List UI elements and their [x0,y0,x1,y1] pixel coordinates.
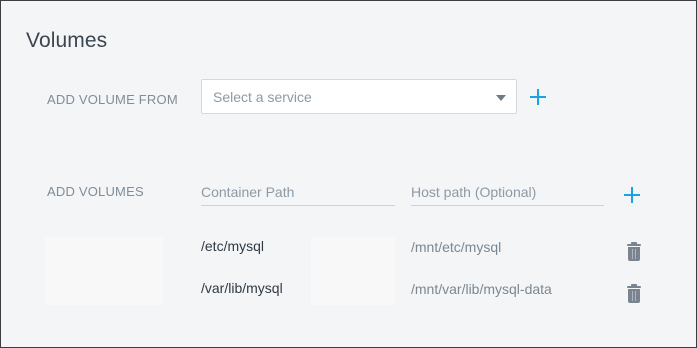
container-path-input[interactable] [201,178,395,206]
section-title: Volumes [26,29,108,52]
trash-icon[interactable] [625,284,643,304]
blank-area-middle [311,237,395,305]
add-volumes-label: ADD VOLUMES [47,184,144,199]
add-volume-from-label: ADD VOLUME FROM [47,92,178,107]
service-select-placeholder: Select a service [213,89,312,105]
add-volumes-plus-icon[interactable] [623,186,641,204]
volume-container-path: /var/lib/mysql [201,280,283,296]
add-volume-from-plus-icon[interactable] [529,88,547,106]
volumes-panel: Volumes ADD VOLUME FROM Select a service… [0,0,697,348]
service-select[interactable]: Select a service [201,79,517,114]
volume-host-path: /mnt/etc/mysql [411,239,502,255]
trash-icon[interactable] [625,242,643,262]
caret-down-icon [496,95,506,101]
blank-area-left [45,237,163,305]
host-path-input[interactable] [411,178,604,206]
volume-host-path: /mnt/var/lib/mysql-data [411,281,552,297]
volume-container-path: /etc/mysql [201,238,265,254]
